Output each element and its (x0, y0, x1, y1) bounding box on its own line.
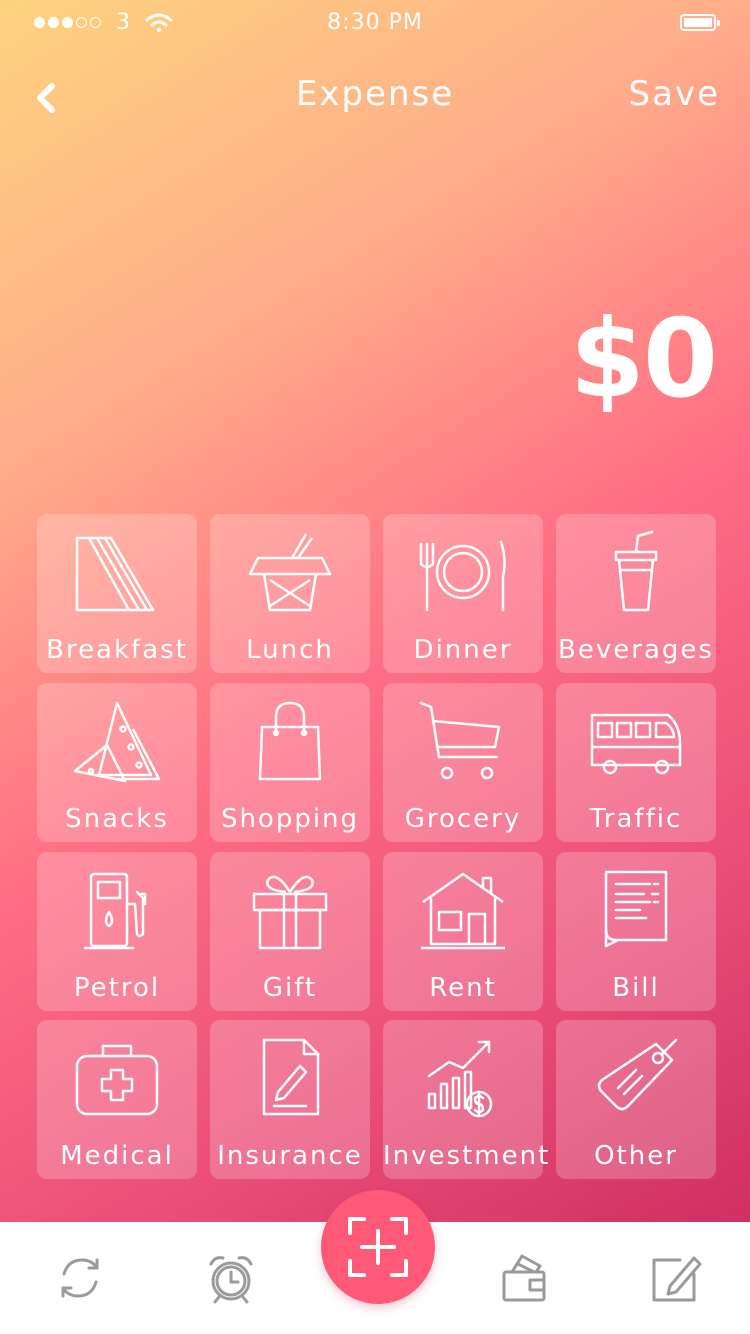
category-grocery[interactable]: Grocery (383, 683, 543, 842)
tab-refresh[interactable] (54, 1252, 106, 1304)
category-snacks[interactable]: Snacks (37, 683, 197, 842)
sandwich-icon (75, 536, 155, 612)
category-label: Snacks (65, 804, 169, 834)
category-traffic[interactable]: Traffic (556, 683, 716, 842)
category-label: Bill (612, 973, 660, 1003)
nachos-icon (73, 701, 161, 783)
shopping-cart-icon (419, 701, 501, 780)
status-bar: 3 8:30 PM (0, 0, 750, 48)
category-medical[interactable]: Medical (37, 1020, 197, 1179)
battery-icon (680, 14, 720, 31)
first-aid-kit-icon (75, 1044, 159, 1116)
bus-icon (590, 713, 682, 775)
category-investment[interactable]: Investment (383, 1020, 551, 1179)
category-label: Insurance (217, 1141, 363, 1171)
plate-cutlery-icon (419, 540, 506, 612)
wallet-icon (502, 1254, 546, 1302)
alarm-clock-icon (209, 1256, 253, 1304)
bill-icon (604, 870, 668, 948)
category-bill[interactable]: Bill (556, 852, 716, 1011)
scan-icon (348, 1217, 408, 1277)
tab-edit[interactable] (650, 1252, 702, 1304)
category-label: Medical (60, 1141, 174, 1171)
category-rent[interactable]: Rent (383, 852, 543, 1011)
category-label: Gift (262, 973, 318, 1003)
category-breakfast[interactable]: Breakfast (37, 514, 197, 673)
category-shopping[interactable]: Shopping (210, 683, 370, 842)
edit-icon (652, 1256, 702, 1302)
category-lunch[interactable]: Lunch (210, 514, 370, 673)
category-other[interactable]: Other (556, 1020, 716, 1179)
category-beverages[interactable]: Beverages (556, 514, 716, 673)
category-label: Breakfast (46, 635, 188, 665)
category-label: Traffic (589, 804, 683, 834)
document-pen-icon (262, 1038, 320, 1116)
refresh-icon (61, 1258, 99, 1298)
tab-reminders[interactable] (205, 1252, 257, 1304)
amount-display[interactable]: $0 (570, 306, 718, 414)
tab-wallet[interactable] (498, 1252, 550, 1304)
category-label: Other (594, 1141, 678, 1171)
category-gift[interactable]: Gift (210, 852, 370, 1011)
category-label: Shopping (220, 804, 360, 834)
scan-button[interactable] (321, 1190, 435, 1304)
nav-bar: Expense Save (0, 60, 750, 136)
gift-icon (252, 875, 328, 950)
category-insurance[interactable]: Insurance (210, 1020, 370, 1179)
house-icon (421, 872, 505, 950)
category-label: Petrol (73, 973, 161, 1003)
status-time: 8:30 PM (327, 10, 423, 35)
category-label: Rent (429, 973, 497, 1003)
fuel-pump-icon (83, 872, 147, 950)
shopping-bag-icon (258, 701, 322, 781)
category-label: Beverages (558, 635, 714, 665)
category-grid: Breakfast Lunch Dinner Beverages Snacks (37, 514, 717, 1180)
growth-chart-icon (427, 1040, 493, 1118)
category-label: Lunch (246, 635, 334, 665)
save-button[interactable]: Save (629, 74, 720, 114)
drink-cup-icon (614, 530, 658, 612)
category-label: Investment (383, 1141, 551, 1171)
category-label: Grocery (404, 804, 522, 834)
category-label: Dinner (413, 635, 513, 665)
tag-icon (597, 1038, 678, 1111)
category-petrol[interactable]: Petrol (37, 852, 197, 1011)
category-dinner[interactable]: Dinner (383, 514, 543, 673)
takeout-box-icon (248, 533, 332, 612)
